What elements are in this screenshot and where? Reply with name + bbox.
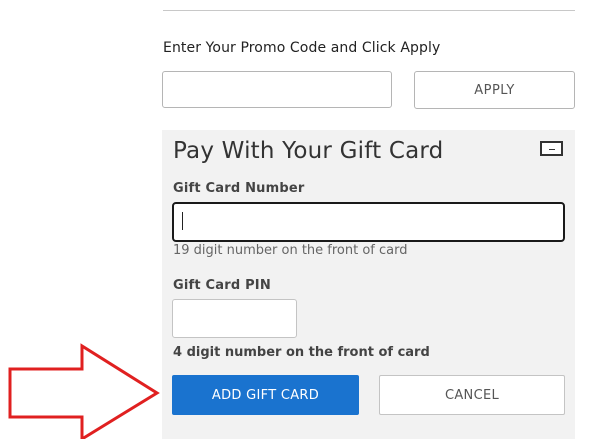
gift-card-pin-label: Gift Card PIN <box>173 278 271 293</box>
gift-card-pin-hint: 4 digit number on the front of card <box>173 345 430 360</box>
promo-code-input[interactable] <box>162 71 392 108</box>
right-arrow-icon <box>8 343 160 439</box>
cancel-button[interactable]: CANCEL <box>379 375 565 415</box>
section-divider <box>163 10 575 11</box>
gift-card-number-hint: 19 digit number on the front of card <box>173 243 408 258</box>
checkout-promo-giftcard-section: Enter Your Promo Code and Click Apply AP… <box>0 0 593 439</box>
gift-card-title: Pay With Your Gift Card <box>173 138 444 164</box>
promo-code-label: Enter Your Promo Code and Click Apply <box>163 40 441 56</box>
gift-card-icon <box>540 141 563 156</box>
apply-button[interactable]: APPLY <box>414 71 575 109</box>
gift-card-number-label: Gift Card Number <box>173 181 305 196</box>
gift-card-pin-input[interactable] <box>172 299 297 338</box>
add-gift-card-button[interactable]: ADD GIFT CARD <box>172 375 359 415</box>
text-cursor <box>182 212 183 230</box>
gift-card-number-input[interactable] <box>172 202 565 242</box>
